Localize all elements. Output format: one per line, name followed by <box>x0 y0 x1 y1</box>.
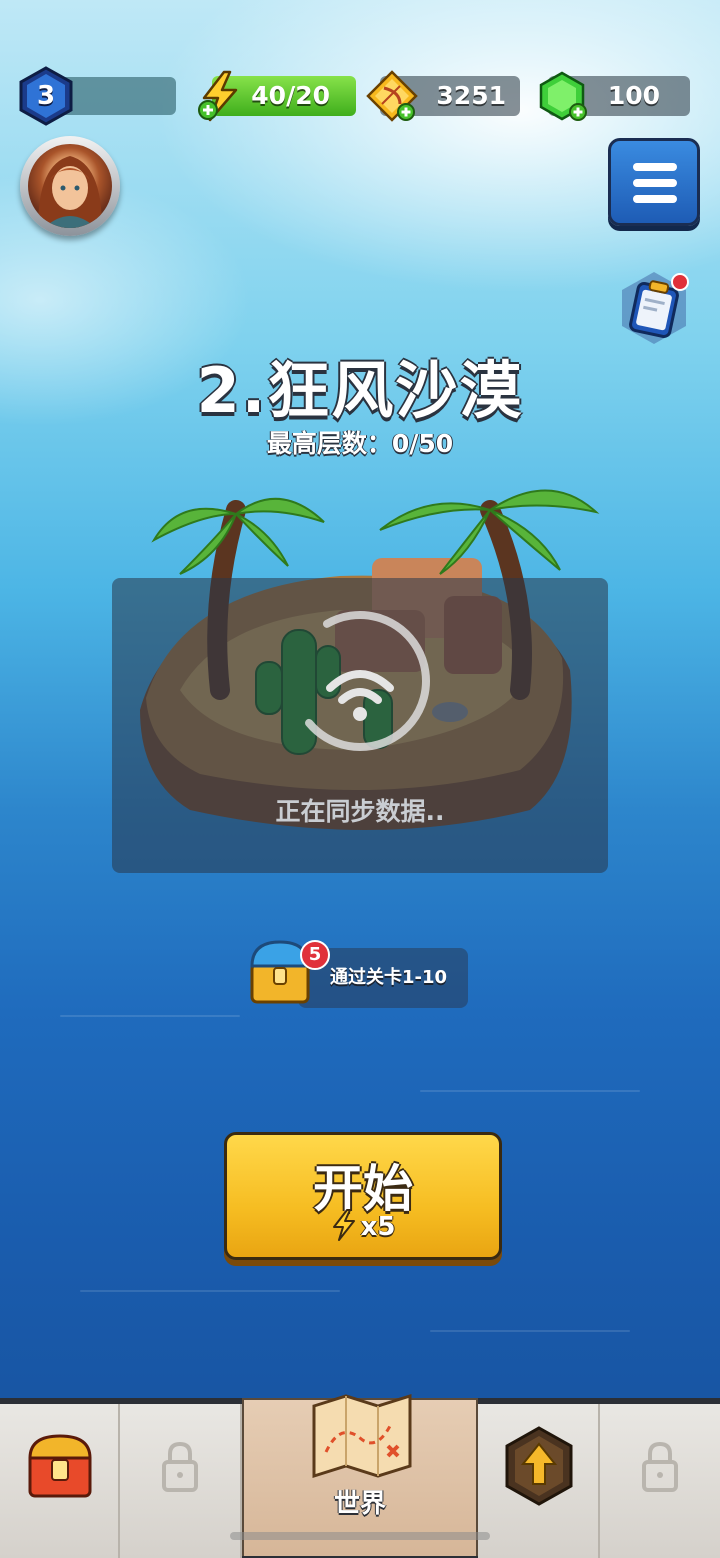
wave <box>60 1015 240 1017</box>
player-level-badge[interactable]: 3 <box>18 66 74 126</box>
energy-value: 40/20 <box>251 81 330 110</box>
tab-upgrade[interactable] <box>478 1404 600 1558</box>
upgrade-arrow-icon <box>505 1426 573 1506</box>
quest-clipboard-icon[interactable] <box>618 270 690 346</box>
wave <box>420 1090 640 1092</box>
player-avatar[interactable] <box>20 136 120 236</box>
treasure-map-icon <box>312 1393 412 1479</box>
sync-spinner-wifi-icon <box>290 611 430 751</box>
tab-locked-2[interactable] <box>600 1404 720 1558</box>
green-gem-plus-icon[interactable] <box>536 70 588 122</box>
gold-bow-plus-icon[interactable] <box>366 70 418 122</box>
sync-message: 正在同步数据.. <box>275 797 445 826</box>
tab-world-label: 世界 <box>333 1489 386 1519</box>
chest-reward-label: 通过关卡1-10 <box>330 967 448 988</box>
sync-overlay: 正在同步数据.. <box>112 578 608 873</box>
wave <box>430 1330 630 1332</box>
lightning-plus-icon[interactable] <box>194 70 246 122</box>
menu-button[interactable] <box>608 138 700 226</box>
start-button[interactable]: 开始 x5 <box>224 1132 502 1260</box>
xp-bar <box>60 77 176 115</box>
lock-icon <box>162 1441 198 1492</box>
home-indicator[interactable] <box>230 1532 490 1540</box>
stage-reward-chest[interactable]: 5 通过关卡1-10 <box>246 934 468 1010</box>
stage-title: 2.狂风沙漠 <box>196 354 524 427</box>
lock-icon <box>642 1441 678 1492</box>
gem-value: 100 <box>607 81 660 110</box>
best-floor-text: 最高层数：0/50 <box>266 429 454 458</box>
hamburger-icon <box>633 163 677 171</box>
tab-shop[interactable] <box>0 1404 120 1558</box>
player-level-text: 3 <box>36 81 56 111</box>
chest-shop-icon <box>28 1434 92 1498</box>
tab-locked-1[interactable] <box>120 1404 242 1558</box>
avatar-portrait <box>28 144 112 228</box>
chest-count-badge: 5 <box>300 940 330 970</box>
hamburger-line <box>633 195 677 203</box>
lightning-icon <box>332 1209 355 1241</box>
wave <box>80 1290 340 1292</box>
hamburger-line <box>633 179 677 187</box>
start-cost: x5 <box>227 1209 499 1242</box>
gold-value: 3251 <box>436 81 506 110</box>
start-cost-value: x5 <box>360 1212 396 1242</box>
